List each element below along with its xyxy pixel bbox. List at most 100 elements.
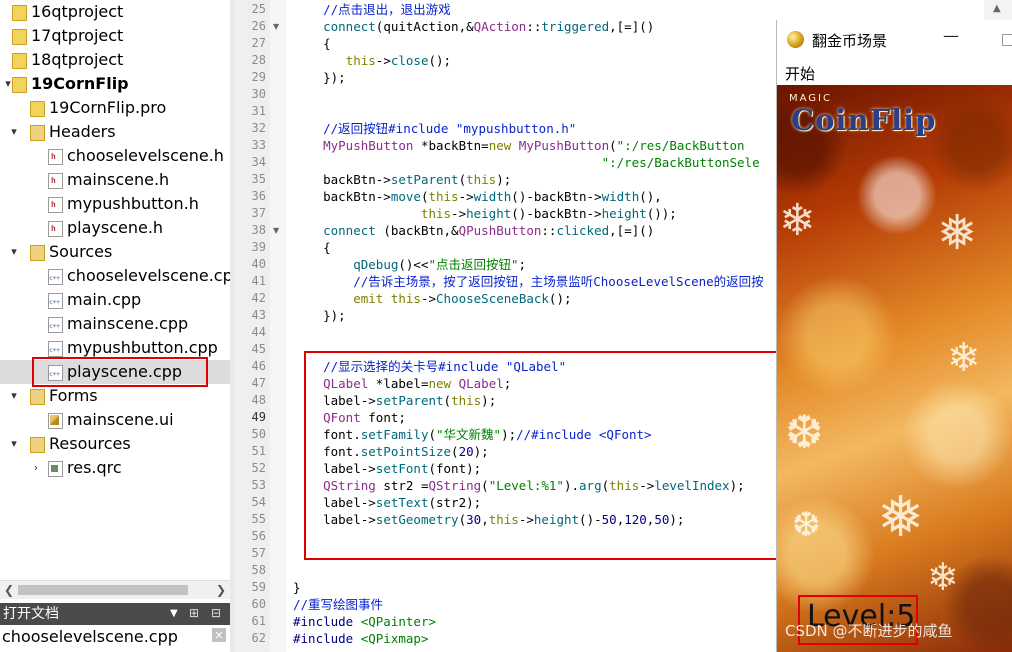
code-line[interactable]: #include <QPainter>	[293, 613, 436, 630]
scrollbar-thumb[interactable]	[18, 585, 188, 595]
code-line[interactable]: });	[293, 69, 346, 86]
code-line[interactable]: ":/res/BackButtonSele	[293, 154, 760, 171]
tree-item[interactable]: c++ chooselevelscene.cpp	[0, 264, 230, 288]
line-number: 58	[251, 563, 266, 577]
scroll-right-icon[interactable]: ❯	[212, 581, 230, 599]
code-line[interactable]: #include <QPixmap>	[293, 630, 428, 647]
code-line[interactable]: });	[293, 307, 346, 324]
dropdown-arrow-icon[interactable]: ▼	[170, 603, 178, 625]
code-line[interactable]: backBtn->move(this->width()-backBtn->wid…	[293, 188, 662, 205]
tree-item-label: 19CornFlip.pro	[49, 98, 167, 117]
scroll-up-icon[interactable]: ▲	[993, 3, 1001, 14]
tree-item[interactable]: ▾ Resources	[0, 432, 230, 456]
code-token: this	[390, 291, 421, 306]
tree-item[interactable]: h mypushbutton.h	[0, 192, 230, 216]
chevron-down-icon[interactable]: ▾	[8, 240, 20, 264]
tree-item[interactable]: 16qtproject	[0, 0, 230, 24]
tree-item[interactable]: ▾ Headers	[0, 120, 230, 144]
code-token: {	[293, 36, 331, 51]
tree-item[interactable]: mainscene.ui	[0, 408, 230, 432]
code-line[interactable]: QLabel *label=new QLabel;	[293, 375, 511, 392]
code-line[interactable]: font.setFamily("华文新魏");//#include <QFont…	[293, 426, 652, 443]
code-line[interactable]: MyPushButton *backBtn=new MyPushButton("…	[293, 137, 744, 154]
code-line[interactable]: label->setParent(this);	[293, 392, 496, 409]
folder-icon	[30, 389, 45, 405]
tree-item[interactable]: h playscene.h	[0, 216, 230, 240]
editor-scroll-up[interactable]: ▲	[984, 0, 1012, 20]
game-titlebar[interactable]: 翻金币场景 —	[777, 20, 1012, 60]
code-line[interactable]: label->setText(str2);	[293, 494, 481, 511]
tree-item-label: Forms	[49, 386, 98, 405]
code-token: MyPushButton	[518, 138, 610, 153]
code-line[interactable]: this->close();	[293, 52, 451, 69]
code-token: ());	[646, 206, 677, 221]
code-token: this	[428, 189, 459, 204]
code-token: height	[601, 206, 647, 221]
code-token: #include	[293, 614, 361, 629]
tree-item[interactable]: h mainscene.h	[0, 168, 230, 192]
close-document-icon[interactable]: ×	[212, 628, 226, 642]
code-token: );	[496, 172, 512, 187]
code-line[interactable]: QString str2 =QString("Level:%1").arg(th…	[293, 477, 745, 494]
code-line[interactable]: //显示选择的关卡号#include "QLabel"	[293, 358, 566, 375]
code-line[interactable]: {	[293, 35, 331, 52]
line-number: 61	[251, 614, 266, 628]
split-icon[interactable]: ⊞	[186, 605, 202, 621]
code-line[interactable]: //返回按钮#include "mypushbutton.h"	[293, 120, 576, 137]
code-line[interactable]: backBtn->setParent(this);	[293, 171, 511, 188]
fold-marker-icon[interactable]: ▼	[273, 18, 279, 35]
code-line[interactable]: qDebug()<<"点击返回按钮";	[293, 256, 526, 273]
code-line[interactable]: connect(quitAction,&QAction::triggered,[…	[293, 18, 654, 35]
code-line[interactable]: label->setFont(font);	[293, 460, 481, 477]
chevron-right-icon[interactable]: ›	[30, 456, 42, 480]
code-token: (	[451, 444, 459, 459]
chevron-down-icon[interactable]: ▾	[8, 432, 20, 456]
tree-item[interactable]: h chooselevelscene.h	[0, 144, 230, 168]
chevron-down-icon[interactable]: ▾	[8, 120, 20, 144]
code-line[interactable]: connect (backBtn,&QPushButton::clicked,[…	[293, 222, 654, 239]
code-line[interactable]: emit this->ChooseSceneBack();	[293, 290, 571, 307]
code-line[interactable]: label->setGeometry(30,this->height()-50,…	[293, 511, 684, 528]
tree-item[interactable]: ▾ 19CornFlip	[0, 72, 230, 96]
tree-item[interactable]: › res.qrc	[0, 456, 230, 480]
header-file-icon: h	[48, 173, 63, 189]
code-line[interactable]: font.setPointSize(20);	[293, 443, 489, 460]
code-token: (	[458, 172, 467, 187]
game-window[interactable]: 翻金币场景 — 开始 ❄ ❅ ❄ ❆ ❅ ❄ ❆ MAGIC CoinFlip …	[776, 20, 1012, 652]
project-tree[interactable]: 16qtproject 17qtproject 18qtproject ▾ 19Corn…	[0, 0, 230, 603]
tree-horizontal-scrollbar[interactable]: ❮ ❯	[0, 580, 230, 599]
tree-item[interactable]: 18qtproject	[0, 48, 230, 72]
tree-item[interactable]: ▾ Sources	[0, 240, 230, 264]
code-token: QLabel	[458, 376, 504, 391]
tree-item[interactable]: 19CornFlip.pro	[0, 96, 230, 120]
minimize-button[interactable]: —	[943, 26, 959, 45]
code-line[interactable]: //告诉主场景，按了返回按钮，主场景监听ChooseLevelScene的返回按	[293, 273, 763, 290]
code-token: //返回按钮#include "mypushbutton.h"	[293, 121, 577, 136]
tree-item[interactable]: c++ mypushbutton.cpp	[0, 336, 230, 360]
open-document-item[interactable]: chooselevelscene.cpp ×	[0, 625, 230, 652]
game-scene[interactable]: ❄ ❅ ❄ ❆ ❅ ❄ ❆ MAGIC CoinFlip Level:5	[777, 85, 1012, 652]
tree-item[interactable]: c++ main.cpp	[0, 288, 230, 312]
tree-item-label: res.qrc	[67, 458, 122, 477]
tree-item[interactable]: c++ playscene.cpp	[0, 360, 230, 384]
menu-start[interactable]: 开始	[785, 63, 815, 84]
tree-item[interactable]: 17qtproject	[0, 24, 230, 48]
code-token: ).	[563, 478, 580, 493]
line-number: 30	[251, 87, 266, 101]
tree-item[interactable]: c++ mainscene.cpp	[0, 312, 230, 336]
tree-item[interactable]: ▾ Forms	[0, 384, 230, 408]
code-line[interactable]: this->height()-backBtn->height());	[293, 205, 677, 222]
code-token: );	[481, 393, 497, 408]
code-line[interactable]: {	[293, 239, 331, 256]
scroll-left-icon[interactable]: ❮	[0, 581, 18, 599]
code-line[interactable]: QFont font;	[293, 409, 406, 426]
code-line[interactable]: //点击退出，退出游戏	[293, 1, 451, 18]
close-panel-icon[interactable]: ⊟	[208, 605, 224, 621]
tree-item-label: mypushbutton.cpp	[67, 338, 218, 357]
code-line[interactable]: //重写绘图事件	[293, 596, 383, 613]
maximize-button[interactable]	[1002, 34, 1012, 46]
code-line[interactable]: }	[293, 579, 301, 596]
chevron-down-icon[interactable]: ▾	[8, 384, 20, 408]
fold-marker-icon[interactable]: ▼	[273, 222, 279, 239]
